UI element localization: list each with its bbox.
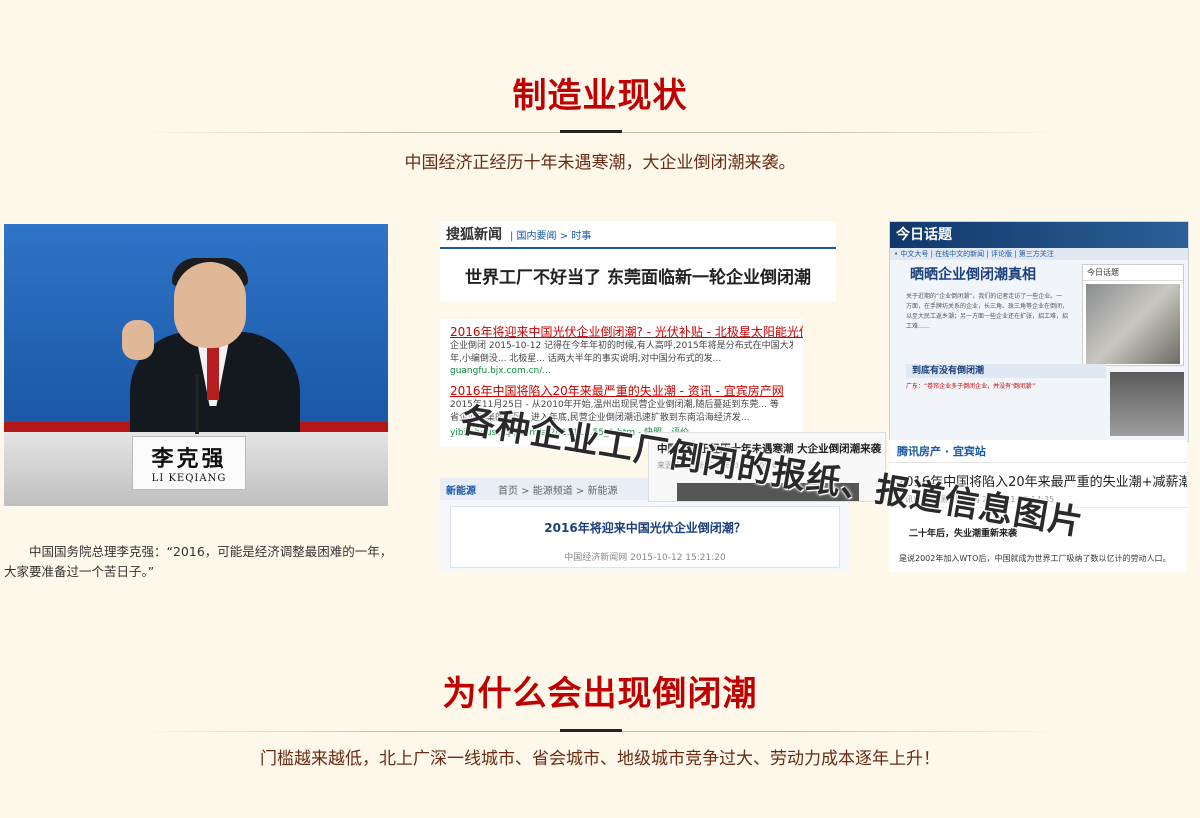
title-accent-bar <box>560 130 622 133</box>
photo-tie <box>207 344 219 400</box>
nameplate: 李克强 LI KEQIANG <box>132 436 246 490</box>
clipping-sohu: 搜狐新闻 | 国内要闻 > 时事 世界工厂不好当了 东莞面临新一轮企业倒闭潮 <box>440 221 836 301</box>
today-side-header: 今日话题 <box>1083 265 1183 281</box>
tencent-header: 腾讯房产 · 宜宾站 <box>889 440 1187 463</box>
today-side-photo <box>1086 284 1180 364</box>
today-nav: • 中文大号 | 在线中文的新闻 | 评论版 | 第三方关注 <box>890 248 1188 260</box>
premier-photo: 李克强 LI KEQIANG <box>4 224 388 506</box>
today-subheading: 到底有没有倒闭潮 <box>906 364 1106 378</box>
nenergy-article-title: 2016年将迎来中国光伏企业倒闭潮？ <box>544 521 746 535</box>
nenergy-article: 2016年将迎来中国光伏企业倒闭潮？ 中国经济新闻网 2015-10-12 15… <box>450 506 840 568</box>
sohu-breadcrumb: | 国内要闻 > 时事 <box>510 230 592 242</box>
nenergy-logo: 新能源 <box>446 485 476 497</box>
today-side-box: 今日话题 <box>1082 264 1184 366</box>
search-result-title: 2016年中国将陷入20年来最严重的失业潮 - 资讯 - 宜宾房产网 <box>450 384 784 398</box>
search-result-title: 2016年将迎来中国光伏企业倒闭潮? - 光伏补贴 - 北极星太阳能光伏网 <box>450 325 803 339</box>
today-header: 今日话题 <box>890 222 1188 248</box>
nameplate-english: LI KEQIANG <box>151 473 227 484</box>
search-result-snippet: 年,小编倒没... 北极星... 话两大半年的事实说明,对中国分布式的发... <box>450 354 722 364</box>
sohu-logo: 搜狐新闻 <box>446 227 502 243</box>
section-title-why-closures: 为什么会出现倒闭潮 <box>442 674 758 714</box>
title-accent-bar <box>560 729 622 732</box>
sohu-headline: 世界工厂不好当了 东莞面临新一轮企业倒闭潮 <box>465 268 811 288</box>
search-result-url: guangfu.bjx.com.cn/... <box>450 366 551 376</box>
today-text: 关于近期的“企业倒闭潮”，我们的记者走访了一些企业。一方面，在手牌坊关系的企业，… <box>906 293 1069 330</box>
search-result-snippet: 企业倒闭 2015-10-12 记得在今年年初的时候,有人高呼,2015年将是分… <box>450 341 793 351</box>
section-title-manufacturing: 制造业现状 <box>512 76 688 116</box>
today-headline: 晒晒企业倒闭潮真相 <box>910 267 1036 283</box>
today-photo <box>1110 372 1184 436</box>
nenergy-article-meta: 中国经济新闻网 2015-10-12 15:21:20 <box>564 553 726 563</box>
nenergy-breadcrumb: 首页 > 能源频道 > 新能源 <box>498 485 618 497</box>
microphone-icon <box>195 374 199 434</box>
section-subtitle: 门槛越来越低，北上广深一线城市、省会城市、地级城市竞争过大、劳动力成本逐年上升！ <box>260 749 940 769</box>
photo-hand <box>122 320 154 360</box>
clipping-today-topic: 今日话题 • 中文大号 | 在线中文的新闻 | 评论版 | 第三方关注 晒晒企业… <box>889 221 1189 442</box>
sohu-header: 搜狐新闻 | 国内要闻 > 时事 <box>440 221 836 249</box>
photo-head <box>174 262 246 348</box>
photo-caption: 中国国务院总理李克强：“2016，可能是经济调整最困难的一年，大家要准备过一个苦… <box>4 544 393 579</box>
today-subtext: 广东：“卷帘企业多于倒闭企业，并没有‘倒闭潮’” <box>906 383 1037 390</box>
nameplate-chinese: 李克强 <box>151 446 227 472</box>
section-subtitle: 中国经济正经历十年未遇寒潮，大企业倒闭潮来袭。 <box>404 153 796 173</box>
